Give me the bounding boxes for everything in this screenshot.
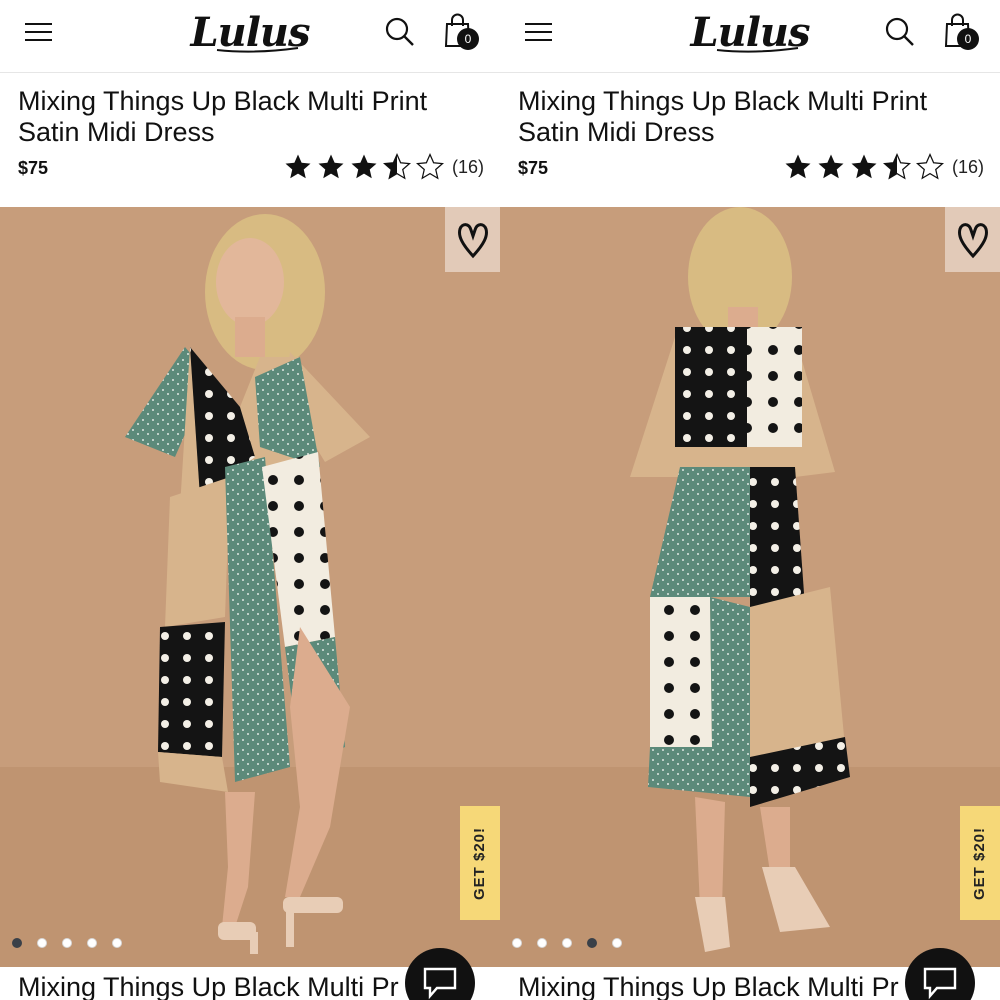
heart-icon bbox=[457, 222, 488, 258]
empty-star-icon bbox=[415, 152, 445, 180]
star-icon bbox=[351, 154, 377, 179]
star-icon bbox=[851, 154, 877, 179]
product-title: Mixing Things Up Black Multi Print Satin… bbox=[518, 86, 928, 147]
promo-get-20-tab[interactable]: GET $20! bbox=[460, 806, 500, 920]
review-count[interactable]: (16) bbox=[952, 157, 984, 178]
logo-swash bbox=[716, 47, 799, 53]
chat-bubble-icon bbox=[923, 967, 957, 1000]
carousel-dots bbox=[512, 938, 637, 950]
search-icon[interactable] bbox=[884, 16, 916, 48]
carousel-dot[interactable] bbox=[587, 938, 597, 948]
star-icon bbox=[285, 154, 311, 179]
cart-count-badge: 0 bbox=[457, 28, 479, 50]
bottom-product-title: Mixing Things Up Black Multi Pr bbox=[18, 972, 399, 1000]
promo-get-20-tab[interactable]: GET $20! bbox=[960, 806, 1000, 920]
product-price: $75 bbox=[18, 158, 49, 178]
product-photo-back[interactable] bbox=[500, 207, 1000, 967]
review-count[interactable]: (16) bbox=[452, 157, 484, 178]
bottom-product-title: Mixing Things Up Black Multi Pr bbox=[518, 972, 899, 1000]
search-icon[interactable] bbox=[384, 16, 416, 48]
wishlist-button[interactable] bbox=[945, 207, 1000, 272]
half-star-icon bbox=[882, 152, 912, 180]
carousel-dots bbox=[12, 938, 137, 950]
product-photo-front[interactable] bbox=[0, 207, 500, 967]
half-star-icon bbox=[382, 152, 412, 180]
chat-bubble-icon bbox=[423, 967, 457, 1000]
carousel-dot[interactable] bbox=[112, 938, 122, 948]
cart-count-badge: 0 bbox=[957, 28, 979, 50]
split-screen: Lulus 0 Mixing Things Up Black Multi Pri… bbox=[0, 0, 1000, 1000]
site-header: Lulus 0 bbox=[500, 0, 1000, 73]
carousel-dot[interactable] bbox=[562, 938, 572, 948]
hamburger-menu-icon[interactable] bbox=[24, 18, 54, 48]
star-icon bbox=[318, 154, 344, 179]
logo-swash bbox=[216, 47, 299, 53]
carousel-dot[interactable] bbox=[87, 938, 97, 948]
rating-stars bbox=[783, 152, 948, 182]
empty-star-icon bbox=[915, 152, 945, 180]
star-icon bbox=[818, 154, 844, 179]
star-icon bbox=[785, 154, 811, 179]
product-page-back-view: Lulus 0 Mixing Things Up Black Multi Pri… bbox=[500, 0, 1000, 1000]
product-rating[interactable]: (16) bbox=[783, 151, 984, 183]
carousel-dot[interactable] bbox=[37, 938, 47, 948]
rating-stars bbox=[283, 152, 448, 182]
carousel-dot[interactable] bbox=[62, 938, 72, 948]
hamburger-menu-icon[interactable] bbox=[524, 18, 554, 48]
carousel-dot[interactable] bbox=[12, 938, 22, 948]
heart-icon bbox=[957, 222, 988, 258]
wishlist-button[interactable] bbox=[445, 207, 500, 272]
product-rating[interactable]: (16) bbox=[283, 151, 484, 183]
carousel-dot[interactable] bbox=[537, 938, 547, 948]
product-page-front-view: Lulus 0 Mixing Things Up Black Multi Pri… bbox=[0, 0, 500, 1000]
carousel-dot[interactable] bbox=[512, 938, 522, 948]
site-header: Lulus 0 bbox=[0, 0, 500, 73]
product-price: $75 bbox=[518, 158, 549, 178]
carousel-dot[interactable] bbox=[612, 938, 622, 948]
promo-label: GET $20! bbox=[971, 826, 989, 900]
promo-label: GET $20! bbox=[471, 826, 489, 900]
product-title: Mixing Things Up Black Multi Print Satin… bbox=[18, 86, 428, 147]
